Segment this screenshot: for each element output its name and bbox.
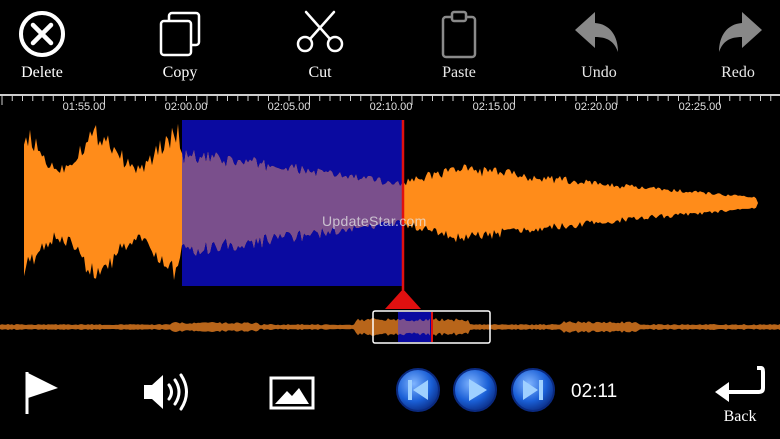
overview-strip[interactable] bbox=[0, 298, 780, 354]
redo-button[interactable]: Redo bbox=[690, 8, 780, 86]
delete-button[interactable]: Delete bbox=[0, 8, 90, 86]
volume-button[interactable] bbox=[141, 370, 193, 414]
return-arrow-head bbox=[715, 382, 729, 402]
copy-button[interactable]: Copy bbox=[132, 8, 228, 86]
tick-label: 01:55.00 bbox=[62, 101, 106, 113]
tick-label: 02:00.00 bbox=[164, 101, 208, 113]
paste-button[interactable]: Paste bbox=[411, 8, 507, 86]
tick-label: 02:10.00 bbox=[369, 101, 413, 113]
back-label[interactable]: Back bbox=[712, 408, 768, 426]
watermark: UpdateStar.com bbox=[322, 213, 427, 229]
copy-label: Copy bbox=[162, 64, 198, 81]
scissors-icon bbox=[296, 10, 344, 53]
skip-forward-button[interactable] bbox=[510, 367, 556, 413]
fit-waveform-icon bbox=[269, 376, 315, 410]
current-time-readout: 02:11 bbox=[571, 381, 618, 402]
flag-icon bbox=[25, 372, 58, 414]
copy-icon bbox=[159, 11, 201, 57]
cut-label: Cut bbox=[308, 64, 332, 81]
redo-arrow-icon bbox=[719, 12, 762, 52]
return-arrow-icon bbox=[727, 366, 765, 394]
skip-back-button[interactable] bbox=[395, 367, 441, 413]
tick-label: 02:20.00 bbox=[574, 101, 618, 113]
timeline-ruler[interactable]: 01:55.00 02:00.00 02:05.00 02:10.00 02:1… bbox=[0, 92, 780, 122]
redo-label: Redo bbox=[721, 64, 755, 81]
speaker-icon bbox=[144, 373, 188, 411]
undo-button[interactable]: Undo bbox=[551, 8, 647, 86]
tick-label: 02:15.00 bbox=[472, 101, 516, 113]
tick-label: 02:25.00 bbox=[678, 101, 722, 113]
play-button[interactable] bbox=[452, 367, 498, 413]
overview-waveform bbox=[0, 318, 780, 336]
delete-icon bbox=[19, 11, 65, 57]
paste-label: Paste bbox=[442, 64, 476, 81]
marker-flag-button[interactable] bbox=[22, 368, 62, 416]
waveform-editor[interactable] bbox=[0, 120, 780, 290]
cut-button[interactable]: Cut bbox=[272, 8, 368, 86]
zoom-fit-button[interactable] bbox=[269, 376, 315, 410]
clipboard-icon bbox=[441, 10, 477, 59]
tick-label: 02:05.00 bbox=[267, 101, 311, 113]
delete-label: Delete bbox=[21, 64, 63, 81]
undo-arrow-icon bbox=[575, 12, 618, 52]
back-button[interactable] bbox=[713, 362, 767, 404]
undo-label: Undo bbox=[581, 64, 617, 81]
edit-toolbar: Delete Copy Cut Paste Undo Redo bbox=[0, 0, 780, 90]
